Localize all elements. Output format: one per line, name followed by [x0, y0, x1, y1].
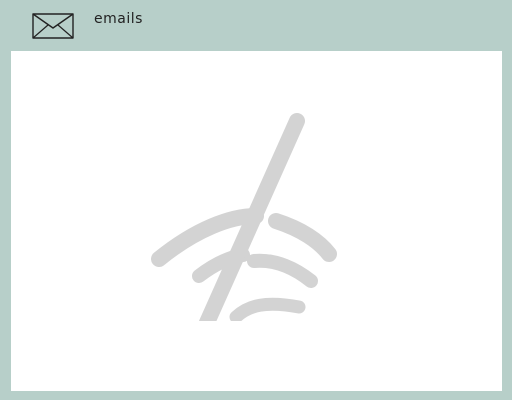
app-title: emails: [94, 11, 143, 27]
no-wifi-icon: [151, 111, 351, 367]
mail-icon[interactable]: [30, 10, 76, 42]
header-bar: emails: [0, 0, 512, 50]
main-content-panel: [11, 51, 502, 391]
